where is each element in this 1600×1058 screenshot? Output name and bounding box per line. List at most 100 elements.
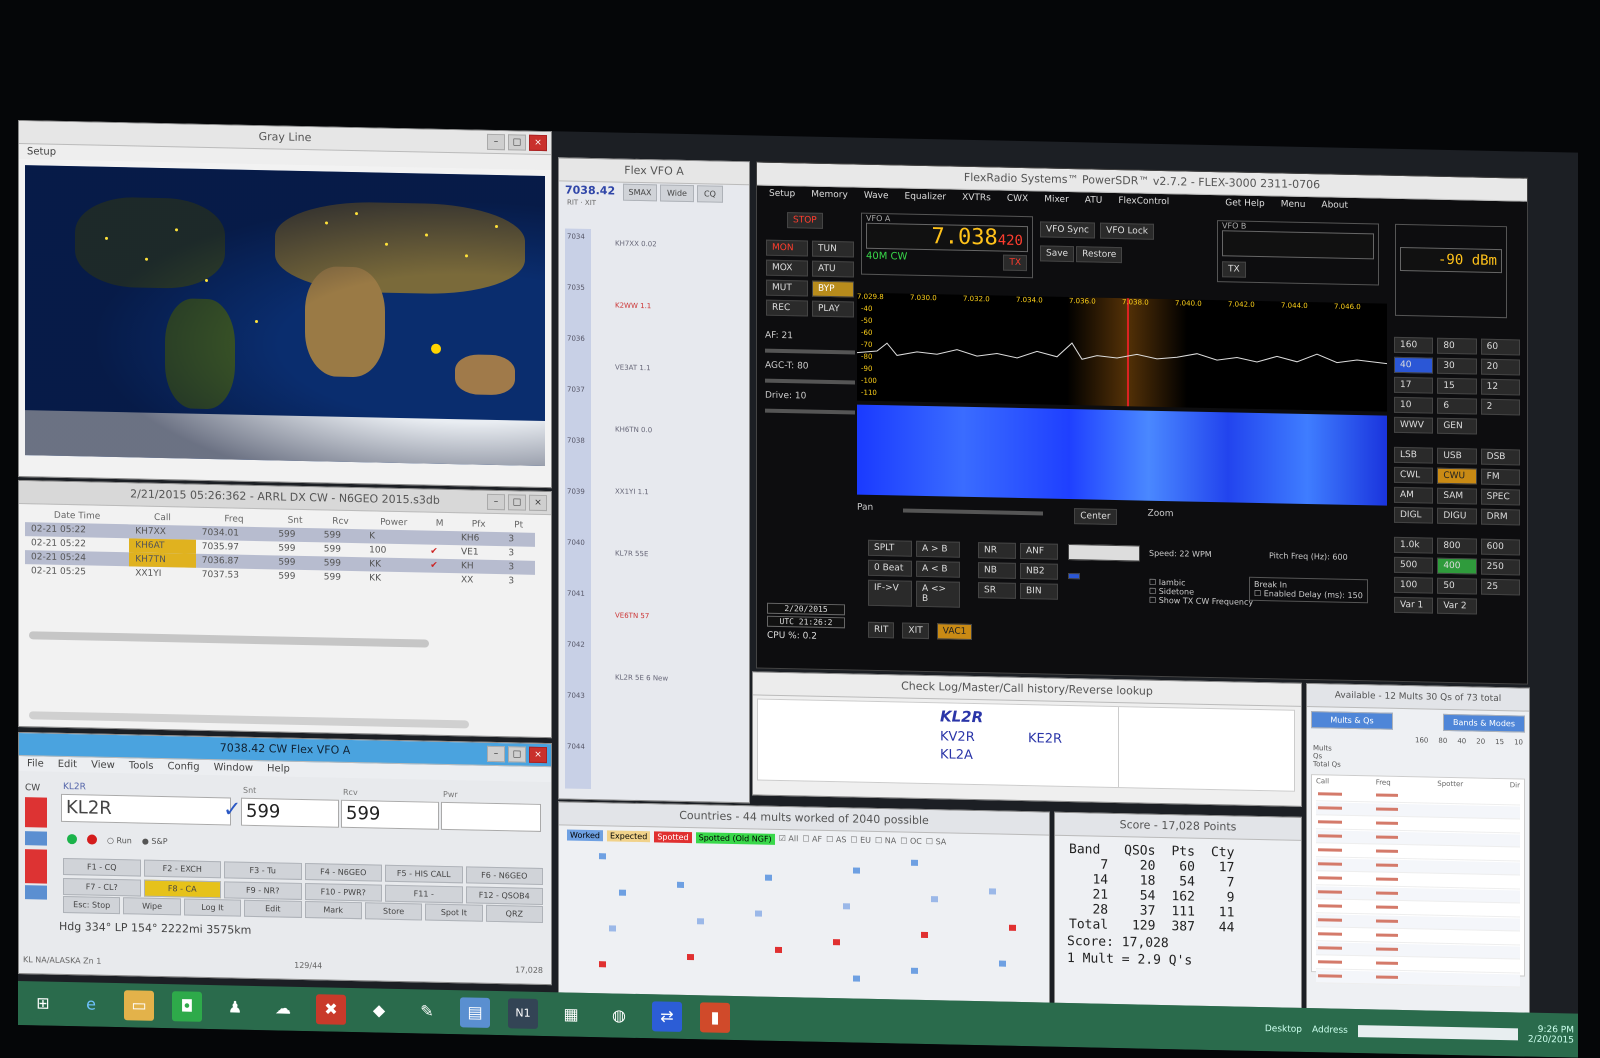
filter-na-checkbox[interactable]: ☐ NA — [875, 836, 896, 847]
internet-explorer-icon[interactable]: e — [76, 989, 106, 1020]
mult-cell[interactable] — [853, 975, 860, 982]
radio-app-icon[interactable]: ◆ — [364, 995, 394, 1026]
spectrum-display[interactable]: 7.029.8 7.030.0 7.032.0 7.034.0 7.036.0 7.038… — [857, 292, 1387, 412]
menu-atu[interactable]: ATU — [1085, 195, 1103, 205]
cq-button[interactable]: CQ — [697, 185, 723, 203]
col-header[interactable]: Pfx — [455, 517, 502, 532]
af-slider[interactable] — [765, 348, 855, 355]
n1mm-icon[interactable]: N1 — [508, 998, 538, 1029]
filter-af-checkbox[interactable]: ☐ AF — [802, 834, 822, 845]
mult-cell[interactable] — [599, 961, 606, 968]
check-primary-call[interactable]: KL2R — [940, 707, 983, 726]
menu-xvtrs[interactable]: XVTRs — [962, 193, 991, 204]
mode-cwu-button[interactable]: CWU — [1437, 467, 1477, 485]
mode-spec-button[interactable]: SPEC — [1480, 488, 1520, 506]
feather-app-icon[interactable]: ✎ — [412, 996, 442, 1027]
mult-cell[interactable] — [999, 960, 1006, 967]
menu-about[interactable]: About — [1321, 200, 1348, 211]
tools-app-icon[interactable]: ✖ — [316, 994, 346, 1025]
band-160-80-button[interactable] — [25, 797, 47, 828]
band-wwv-button[interactable]: WWV — [1394, 416, 1434, 434]
menu-tools[interactable]: Tools — [129, 760, 154, 772]
f7-button[interactable]: F7 - CL? — [63, 877, 141, 897]
band-160-button[interactable]: 160 — [1394, 336, 1434, 354]
vfo-lock-button[interactable]: VFO Lock — [1100, 222, 1154, 240]
tx-a-button[interactable]: TX — [1003, 254, 1027, 272]
f10-button[interactable]: F10 - PWR? — [304, 883, 382, 902]
callsign-field[interactable]: KL2R — [61, 793, 231, 826]
filter-eu-checkbox[interactable]: ☐ EU — [850, 835, 871, 846]
f9-button[interactable]: F9 - NR? — [224, 881, 302, 900]
f1-button[interactable]: F1 - CQ — [63, 857, 141, 877]
menu-equalizer[interactable]: Equalizer — [905, 192, 947, 203]
close-button[interactable]: × — [529, 494, 547, 512]
band-40-button[interactable] — [25, 831, 47, 846]
mult-cell[interactable] — [609, 925, 616, 932]
mode-lsb-button[interactable]: LSB — [1394, 446, 1434, 464]
filter-600-button[interactable]: 600 — [1480, 538, 1520, 556]
mult-cell[interactable] — [755, 910, 762, 917]
waterfall-display[interactable] — [857, 404, 1387, 506]
horizontal-scrollbar-2[interactable] — [29, 711, 469, 729]
bandmap-spot[interactable]: KH7XX 0.02 — [615, 240, 657, 249]
log-it-button[interactable]: Log It — [183, 898, 242, 917]
close-button[interactable]: × — [529, 134, 547, 152]
band-20-button[interactable]: 20 — [1480, 358, 1520, 376]
esc-stop-button[interactable]: Esc: Stop — [63, 895, 121, 915]
filter-1k-button[interactable]: 1.0k — [1394, 536, 1434, 554]
mult-cell[interactable] — [687, 954, 694, 961]
mode-am-button[interactable]: AM — [1394, 486, 1434, 504]
filter-as-checkbox[interactable]: ☐ AS — [826, 835, 846, 846]
mult-cell[interactable] — [765, 874, 772, 881]
globe-app-icon[interactable]: ◍ — [604, 1000, 634, 1031]
mult-cell[interactable] — [619, 889, 626, 896]
bands-modes-button[interactable]: Bands & Modes — [1443, 713, 1525, 733]
if-to-v-button[interactable]: IF->V — [868, 579, 912, 607]
nb2-button[interactable]: NB2 — [1020, 562, 1058, 580]
menu-edit[interactable]: Edit — [58, 759, 77, 770]
qrz-button[interactable]: QRZ — [485, 904, 543, 923]
notch-dropdown[interactable] — [1068, 543, 1140, 562]
menu-file[interactable]: File — [27, 758, 44, 769]
mult-cell[interactable] — [775, 946, 782, 954]
anf-button[interactable]: ANF — [1020, 542, 1058, 560]
mox-button[interactable]: MOX — [766, 259, 808, 277]
col-header[interactable]: Snt — [272, 513, 317, 528]
mon-button[interactable]: MON — [766, 239, 808, 257]
edit-button[interactable]: Edit — [244, 899, 302, 918]
mult-cell[interactable] — [853, 867, 860, 874]
vfo-sync-button[interactable]: VFO Sync — [1040, 221, 1095, 239]
snt-field[interactable]: 599 — [241, 797, 339, 828]
f12-button[interactable]: F12 - QSOB4 — [465, 886, 543, 905]
bandmap-spot[interactable]: KH6TN 0.0 — [615, 426, 652, 435]
mode-digu-button[interactable]: DIGU — [1437, 507, 1477, 525]
check-partial-call[interactable]: KV2R — [940, 729, 975, 745]
band-10-button[interactable] — [25, 885, 47, 900]
filter-400-button[interactable]: 400 — [1437, 557, 1477, 575]
address-input[interactable] — [1357, 1025, 1518, 1041]
filter-sa-checkbox[interactable]: ☐ SA — [926, 837, 946, 848]
band-2-button[interactable]: 2 — [1480, 398, 1520, 416]
b-to-a-button[interactable]: A < B — [916, 560, 960, 578]
nr-button[interactable]: NR — [978, 542, 1016, 559]
run-radio[interactable]: ○ Run — [107, 835, 132, 845]
maximize-button[interactable]: □ — [508, 134, 526, 151]
mult-cell[interactable] — [911, 967, 918, 974]
mult-cell[interactable] — [599, 853, 606, 860]
center-button[interactable]: Center — [1074, 508, 1117, 526]
menu-help[interactable]: Help — [267, 763, 290, 774]
vfo-b-display[interactable] — [1222, 230, 1374, 260]
mult-cell[interactable] — [677, 881, 684, 888]
bandmap-spot[interactable]: KL2R 5E 6 New — [615, 674, 668, 683]
zero-beat-button[interactable]: 0 Beat — [868, 559, 912, 577]
band-30-button[interactable]: 30 — [1437, 357, 1477, 375]
f3-button[interactable]: F3 - Tu — [224, 861, 302, 880]
menu-window[interactable]: Window — [214, 762, 253, 774]
file-explorer-icon[interactable]: ▭ — [124, 990, 154, 1021]
f11-button[interactable]: F11 - — [385, 884, 463, 904]
f5-button[interactable]: F5 - HIS CALL — [385, 864, 463, 884]
band-20-15-button[interactable] — [25, 849, 47, 884]
mode-cwl-button[interactable]: CWL — [1394, 466, 1434, 484]
user-app-icon[interactable]: ♟ — [220, 992, 250, 1023]
menu-setup[interactable]: Setup — [27, 146, 56, 158]
